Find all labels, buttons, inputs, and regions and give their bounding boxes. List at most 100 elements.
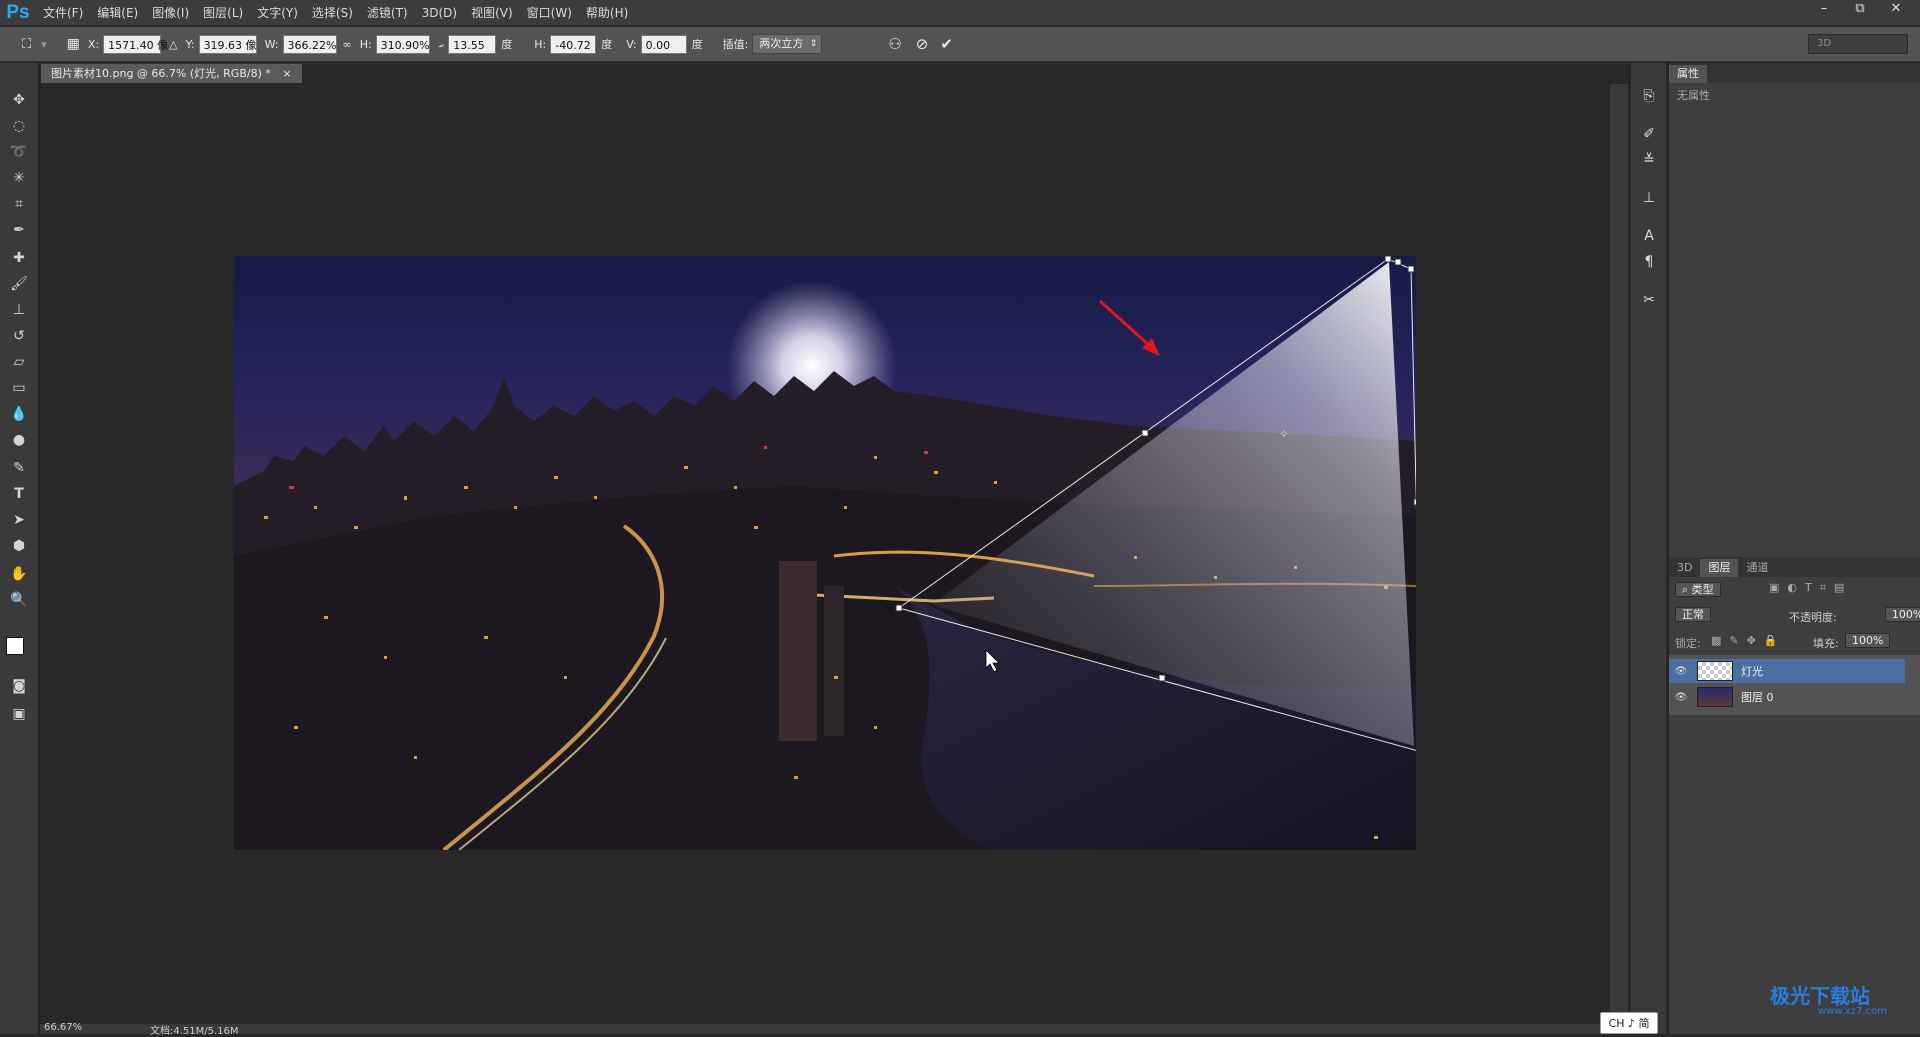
screen-mode-icon[interactable]: ▣: [6, 703, 32, 725]
lasso-tool-icon[interactable]: ➰: [6, 141, 32, 163]
pen-tool-icon[interactable]: ✎: [6, 457, 32, 479]
menu-select[interactable]: 选择(S): [305, 4, 360, 21]
x-field[interactable]: 1571.40 像: [103, 34, 168, 54]
magic-wand-icon[interactable]: ✳: [6, 167, 32, 189]
cancel-transform-icon[interactable]: ⊘: [916, 35, 929, 53]
eraser-icon[interactable]: ▱: [6, 351, 32, 373]
menu-type[interactable]: 文字(Y): [250, 4, 305, 21]
tab-channels[interactable]: 通道: [1738, 559, 1776, 577]
fill-field[interactable]: 100%: [1845, 633, 1891, 648]
clone-stamp-icon[interactable]: ⊥: [6, 299, 32, 321]
y-field[interactable]: 319.63 像: [198, 34, 257, 54]
opacity-field[interactable]: 100%: [1884, 607, 1920, 622]
fill-label: 填充:: [1813, 637, 1839, 650]
menu-file[interactable]: 文件(F): [36, 4, 90, 21]
eyedropper-icon[interactable]: ✒: [6, 219, 32, 241]
layer-filter-icons[interactable]: ▣◐T⌗▤: [1769, 581, 1852, 595]
properties-tabs: 属性: [1669, 63, 1920, 83]
commit-transform-icon[interactable]: ✔: [940, 35, 953, 53]
transform-tool-icon[interactable]: ⛶: [22, 37, 31, 52]
layer-name[interactable]: 灯光: [1741, 663, 1763, 679]
character-panel-icon[interactable]: A: [1638, 225, 1660, 247]
history-brush-icon[interactable]: ↺: [6, 325, 32, 347]
history-panel-icon[interactable]: ⎘: [1638, 85, 1660, 107]
relative-position-icon[interactable]: △: [169, 38, 177, 51]
document-title: 图片素材10.png @ 66.7% (灯光, RGB/8) *: [51, 67, 271, 80]
transform-center-icon: ✧: [1279, 427, 1289, 441]
brush-panel-icon[interactable]: ✐: [1638, 123, 1660, 145]
hskew-label: H:: [534, 37, 547, 51]
menu-view[interactable]: 视图(V): [464, 4, 520, 21]
crop-tool-icon[interactable]: ⌗: [6, 193, 32, 215]
menu-edit[interactable]: 编辑(E): [90, 4, 145, 21]
clone-source-icon[interactable]: ⊥: [1638, 187, 1660, 209]
menu-3d[interactable]: 3D(D): [415, 6, 464, 20]
foreground-color-swatch[interactable]: [6, 637, 24, 655]
reference-point-icon[interactable]: ▦: [67, 36, 80, 52]
zoom-tool-icon[interactable]: 🔍: [6, 589, 32, 611]
vskew-label: V:: [626, 37, 637, 51]
document-tab[interactable]: 图片素材10.png @ 66.7% (灯光, RGB/8) * ×: [40, 63, 303, 84]
hskew-field[interactable]: -40.72: [550, 34, 597, 54]
document-image[interactable]: ✧: [234, 256, 1416, 850]
warp-mode-icon[interactable]: ⚇: [888, 35, 901, 53]
interpolation-select[interactable]: 两次立方: [752, 34, 823, 54]
layer-row-light[interactable]: 👁 灯光: [1669, 659, 1905, 683]
hand-tool-icon[interactable]: ✋: [6, 563, 32, 585]
healing-brush-icon[interactable]: ✚: [6, 247, 32, 269]
zoom-level[interactable]: 66.67%: [44, 1022, 82, 1033]
y-label: Y:: [185, 37, 195, 51]
quick-mask-icon[interactable]: ◙: [6, 675, 32, 697]
menu-filter[interactable]: 滤镜(T): [360, 4, 415, 21]
shape-tool-icon[interactable]: ⬢: [6, 535, 32, 557]
width-field[interactable]: 366.22%: [282, 34, 337, 54]
right-panels: 属性 无属性 3D 图层 通道 ⌕ 类型 ▣◐T⌗▤ 正常 不透明度: 100%…: [1668, 63, 1920, 1034]
lock-icons[interactable]: ▩✎✥🔒: [1711, 634, 1786, 647]
vertical-scrollbar[interactable]: [1610, 84, 1628, 1024]
adjustments-panel-icon[interactable]: ≚: [1638, 149, 1660, 171]
red-annotation-arrow: [1098, 299, 1160, 356]
ime-indicator[interactable]: CH ♪ 简: [1600, 1012, 1658, 1034]
layer-name[interactable]: 图层 0: [1741, 689, 1774, 705]
angle-field[interactable]: 13.55: [448, 34, 497, 54]
restore-button[interactable]: ⧉: [1844, 0, 1876, 20]
tab-3d[interactable]: 3D: [1669, 559, 1700, 577]
close-tab-icon[interactable]: ×: [282, 67, 291, 80]
tool-presets-icon[interactable]: ✂: [1638, 289, 1660, 311]
night-city-photo: ✧: [234, 256, 1416, 850]
workspace-select[interactable]: 3D: [1808, 34, 1908, 54]
menu-image[interactable]: 图像(I): [145, 4, 196, 21]
layer-row-image[interactable]: 👁 图层 0: [1669, 685, 1905, 709]
minimize-button[interactable]: –: [1808, 0, 1840, 20]
menu-help[interactable]: 帮助(H): [579, 4, 635, 21]
menu-layer[interactable]: 图层(L): [196, 4, 250, 21]
height-field[interactable]: 310.90%: [375, 34, 430, 54]
layer-thumbnail: [1697, 687, 1733, 707]
link-icon[interactable]: ∞: [343, 38, 352, 51]
tab-layers[interactable]: 图层: [1700, 559, 1739, 577]
visibility-eye-icon[interactable]: 👁: [1669, 692, 1693, 703]
move-tool-icon[interactable]: ✥: [6, 89, 32, 111]
opacity-label: 不透明度:: [1789, 611, 1837, 624]
blur-tool-icon[interactable]: 💧: [6, 403, 32, 425]
path-selection-icon[interactable]: ➤: [6, 509, 32, 531]
gradient-tool-icon[interactable]: ▭: [6, 377, 32, 399]
options-bar: ⛶ ▾ ▦ X: 1571.40 像 △ Y: 319.63 像 W: 366.…: [0, 27, 1920, 62]
lock-label: 锁定:: [1675, 637, 1701, 650]
type-tool-icon[interactable]: T: [6, 483, 32, 505]
marquee-tool-icon[interactable]: ◌: [6, 115, 32, 137]
dropdown-arrow-icon[interactable]: ▾: [41, 38, 47, 51]
tall-building: [779, 561, 817, 741]
blend-mode-select[interactable]: 正常: [1675, 607, 1711, 622]
layer-filter-select[interactable]: ⌕ 类型: [1675, 582, 1721, 597]
close-window-button[interactable]: ✕: [1880, 0, 1912, 20]
tab-properties[interactable]: 属性: [1669, 65, 1707, 83]
paragraph-panel-icon[interactable]: ¶: [1638, 251, 1660, 273]
vskew-field[interactable]: 0.00: [640, 34, 687, 54]
hskew-unit: 度: [601, 38, 613, 51]
visibility-eye-icon[interactable]: 👁: [1669, 666, 1693, 677]
brush-tool-icon[interactable]: 🖌: [6, 273, 32, 295]
photoshop-logo: Ps: [6, 1, 30, 23]
menu-window[interactable]: 窗口(W): [520, 4, 579, 21]
dodge-tool-icon[interactable]: ●: [6, 429, 32, 451]
